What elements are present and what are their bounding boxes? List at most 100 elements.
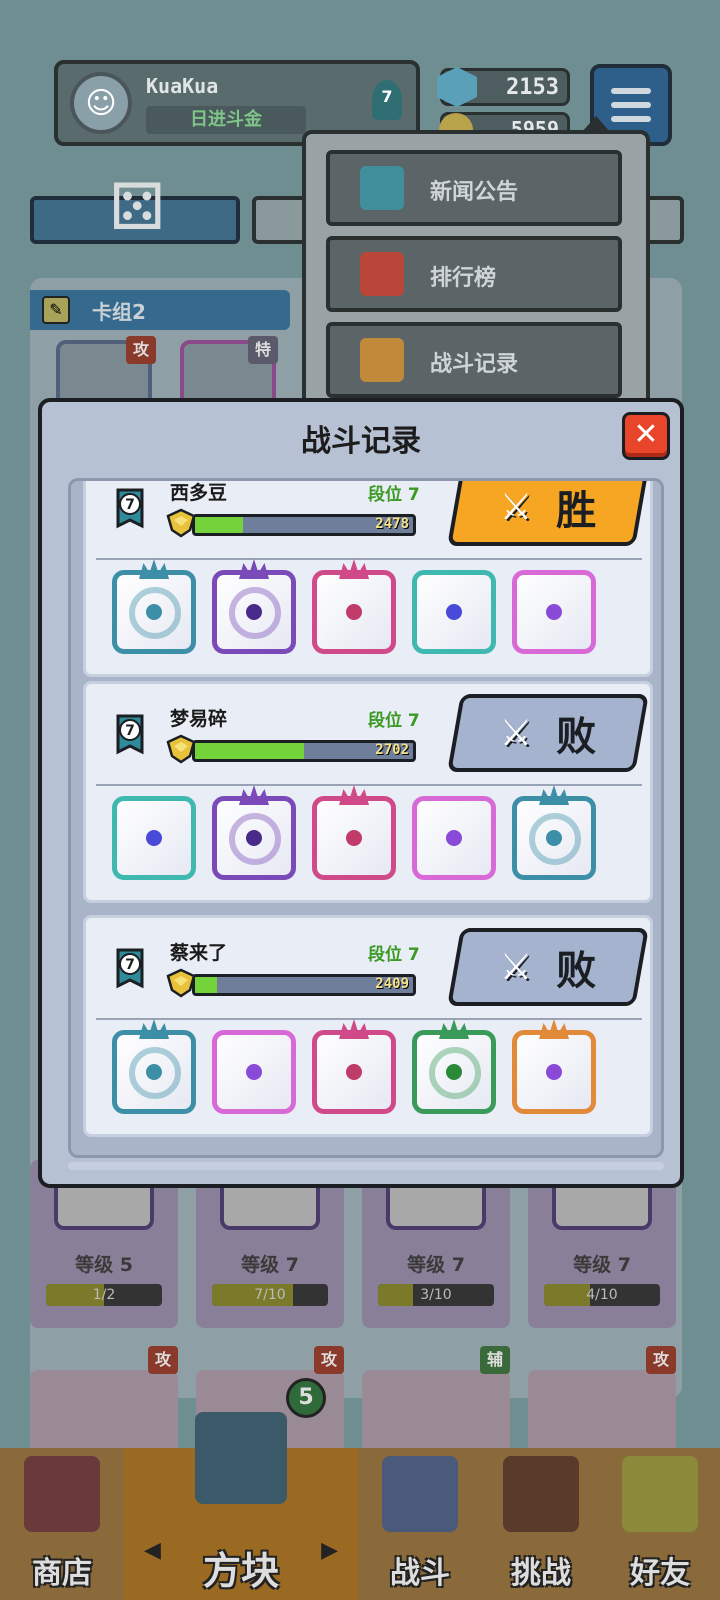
battle-record-icon	[360, 338, 404, 382]
dice-card-progress: 7/10	[212, 1284, 328, 1306]
pink-die-icon	[312, 1019, 396, 1114]
rainbow-die-icon	[512, 570, 596, 654]
healing-die-icon	[112, 796, 196, 880]
purple-die-icon	[212, 785, 296, 880]
support-tag: 辅	[480, 1346, 510, 1374]
trophy-progress-bar: 2409	[192, 974, 416, 996]
opponent-name: 西多豆	[170, 482, 228, 504]
menu-item-leaderboard[interactable]: 排行榜	[326, 236, 622, 312]
news-icon	[360, 166, 404, 210]
shop-icon	[24, 1456, 100, 1532]
dice-card-progress: 1/2	[46, 1284, 162, 1306]
close-button[interactable]: ✕	[622, 412, 670, 460]
rainbow-die-icon	[212, 1030, 296, 1114]
record-list[interactable]: 7 西多豆 段位 7 2478 ⚔ 胜 7 梦易碎 段位 7 2702 ⚔ 败 …	[68, 478, 664, 1158]
dice-row	[112, 1019, 632, 1126]
edit-icon[interactable]: ✎	[42, 296, 70, 324]
rainbow-die-icon	[412, 796, 496, 880]
attack-tag: 攻	[148, 1346, 178, 1374]
trophy-progress-bar: 2702	[192, 740, 416, 762]
menu-item-battle-record[interactable]: 战斗记录	[326, 322, 622, 398]
nav-shop[interactable]: 商店	[0, 1448, 124, 1600]
deck-header[interactable]: ✎ 卡组2	[30, 290, 290, 330]
bottom-nav: 商店 ◀ ▶ 方块 战斗 挑战 好友	[0, 1412, 720, 1600]
green-die-icon	[412, 1019, 496, 1114]
rank-label: 段位 7	[368, 945, 420, 965]
popup-menu: 新闻公告 排行榜 战斗记录	[302, 116, 650, 410]
dice-icon: ⚄	[109, 171, 165, 245]
dice-card-level: 等级 7	[407, 1254, 465, 1276]
trophy-score: 2478	[375, 516, 409, 532]
menu-item-label: 战斗记录	[430, 352, 519, 377]
result-badge: ⚔ 败	[447, 694, 649, 772]
nav-cube[interactable]: ◀ ▶ 方块	[124, 1412, 358, 1600]
divider	[96, 558, 642, 560]
dice-card-progress: 3/10	[378, 1284, 494, 1306]
player-title: 日进斗金	[146, 106, 306, 134]
avatar: ☺	[70, 72, 132, 134]
result-label: 败	[556, 714, 597, 760]
attack-tag: 攻	[126, 336, 156, 364]
rank-label: 段位 7	[368, 711, 420, 731]
attack-tag: 攻	[314, 1346, 344, 1374]
dice-card-level: 等级 7	[573, 1254, 631, 1276]
opponent-name: 梦易碎	[170, 708, 228, 730]
svg-text:7: 7	[125, 957, 135, 973]
dice-card-level: 等级 5	[75, 1254, 133, 1276]
nav-friends[interactable]: 好友	[600, 1448, 720, 1600]
rank-badge-icon: 7	[116, 488, 144, 529]
nav-battle[interactable]: 战斗	[358, 1448, 482, 1600]
divider	[96, 1018, 642, 1020]
gem-value: 2153	[506, 75, 559, 100]
dice-count-badge: 5	[286, 1378, 326, 1418]
crossed-swords-icon: ⚔	[499, 946, 533, 988]
vortex-die-icon	[512, 785, 596, 880]
cube-icon	[195, 1412, 287, 1504]
pink-die-icon	[312, 785, 396, 880]
purple-die-icon	[212, 559, 296, 654]
opponent-name: 蔡来了	[170, 942, 228, 964]
battle-record-modal: 战斗记录 ✕ 7 西多豆 段位 7 2478 ⚔ 胜 7 梦易碎 段位 7 27…	[38, 398, 684, 1188]
nav-label: 挑战	[511, 1556, 571, 1591]
vortex-die-icon	[112, 1019, 196, 1114]
healing-die-icon	[412, 570, 496, 654]
rank-badge-icon: 7	[116, 948, 144, 989]
menu-line-icon	[611, 88, 651, 94]
menu-line-icon	[611, 116, 651, 122]
trophy-icon	[166, 734, 196, 764]
gem-icon	[437, 67, 477, 107]
trophy-icon	[166, 968, 196, 998]
player-name: KuaKua	[146, 74, 219, 98]
battle-record[interactable]: 7 梦易碎 段位 7 2702 ⚔ 败	[83, 681, 653, 903]
dice-card-level: 等级 7	[241, 1254, 299, 1276]
vortex-die-icon	[112, 559, 196, 654]
battle-record[interactable]: 7 蔡来了 段位 7 2409 ⚔ 败	[83, 915, 653, 1137]
battle-icon	[382, 1456, 458, 1532]
menu-line-icon	[611, 102, 651, 108]
pink-die-icon	[312, 559, 396, 654]
nav-challenge[interactable]: 挑战	[482, 1448, 600, 1600]
rank-label: 段位 7	[368, 485, 420, 505]
friends-icon	[622, 1456, 698, 1532]
dice-collection-row-2: 攻 攻 辅 攻	[30, 1346, 690, 1480]
nav-label: 好友	[630, 1556, 690, 1591]
attack-tag: 攻	[646, 1346, 676, 1374]
svg-text:7: 7	[125, 723, 135, 739]
infinity-die-icon	[512, 1019, 596, 1114]
svg-text:7: 7	[125, 497, 135, 513]
nav-label: 战斗	[390, 1556, 450, 1591]
special-tag: 特	[248, 336, 278, 364]
leaderboard-icon	[360, 252, 404, 296]
menu-item-news[interactable]: 新闻公告	[326, 150, 622, 226]
battle-record[interactable]: 7 西多豆 段位 7 2478 ⚔ 胜	[83, 481, 653, 677]
nav-label: 方块	[202, 1549, 279, 1593]
rank-badge-icon: 7	[116, 714, 144, 755]
dice-card-progress: 4/10	[544, 1284, 660, 1306]
crossed-swords-icon: ⚔	[499, 486, 533, 528]
dice-row	[112, 785, 632, 892]
divider	[96, 784, 642, 786]
menu-item-label: 排行榜	[430, 266, 497, 291]
result-badge: ⚔ 败	[447, 928, 649, 1006]
dice-row	[112, 559, 632, 666]
nav-label: 商店	[32, 1556, 92, 1591]
